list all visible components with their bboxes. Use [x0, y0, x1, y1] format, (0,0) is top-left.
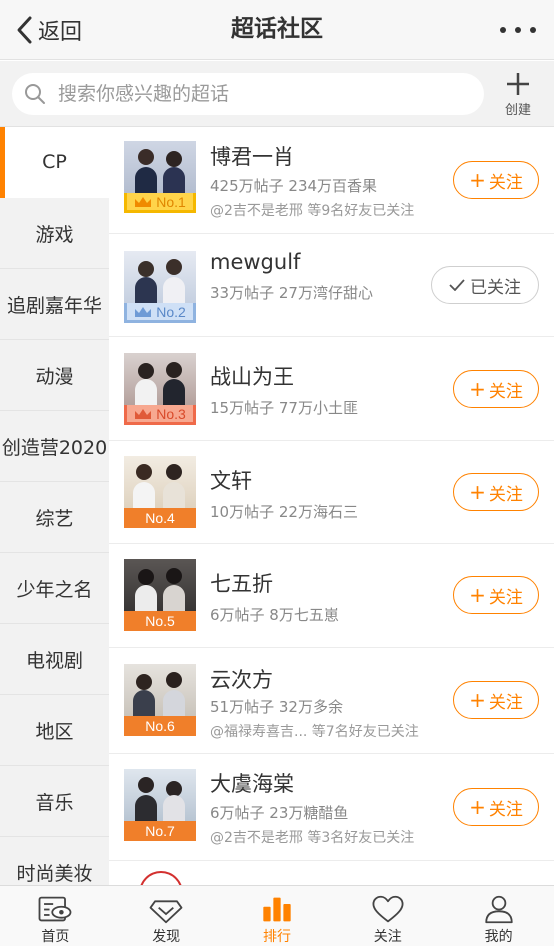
rank-badge: No.7	[124, 821, 196, 841]
topic-thumbnail: No.1	[124, 141, 196, 213]
topic-row[interactable]: No.6 云次方 51万帖子 32万多余 @福禄寿喜吉... 等7名好友已关注 …	[109, 648, 554, 754]
bottom-tab-bar: 首页 发现 排行 关注 我的	[0, 885, 554, 946]
category-item-tv-series[interactable]: 电视剧	[0, 624, 109, 695]
crown-icon	[135, 408, 152, 419]
search-icon	[25, 84, 45, 104]
dot-icon	[515, 27, 521, 33]
check-icon	[449, 279, 465, 291]
plus-icon	[507, 73, 529, 95]
nav-header: 返回 超话社区	[0, 0, 554, 60]
topic-stats: 6万帖子 23万糖醋鱼	[210, 804, 349, 822]
follow-button[interactable]: + 关注	[453, 681, 539, 719]
follow-button[interactable]: + 关注	[453, 788, 539, 826]
category-item-youth-with-you[interactable]: 少年之名	[0, 553, 109, 624]
dot-icon	[530, 27, 536, 33]
topic-thumbnail: No.2	[124, 251, 196, 323]
category-item-chuang-2020[interactable]: 创造营2020	[0, 411, 109, 482]
category-item-music[interactable]: 音乐	[0, 766, 109, 837]
diamond-icon	[149, 900, 183, 924]
category-item-games[interactable]: 游戏	[0, 198, 109, 269]
category-item-drama-carnival[interactable]: 追剧嘉年华	[0, 269, 109, 340]
topic-stats: 15万帖子 77万小土匪	[210, 399, 358, 417]
follow-button[interactable]: + 关注	[453, 473, 539, 511]
topic-thumbnail: No.6	[124, 664, 196, 736]
plus-icon: +	[469, 480, 486, 504]
topic-name: 文轩	[210, 469, 252, 493]
rank-badge: No.6	[124, 716, 196, 736]
plus-icon: +	[469, 583, 486, 607]
rank-badge: No.2	[124, 303, 196, 323]
home-eye-icon	[38, 896, 72, 922]
chevron-left-icon	[17, 16, 32, 44]
topic-stats: 33万帖子 27万湾仔甜心	[210, 284, 373, 302]
topic-thumbnail: No.7	[124, 769, 196, 841]
plus-icon: +	[469, 688, 486, 712]
rank-badge: No.1	[124, 193, 196, 213]
category-item-anime[interactable]: 动漫	[0, 340, 109, 411]
rank-badge: No.5	[124, 611, 196, 631]
topic-stats: 51万帖子 32万多余	[210, 698, 343, 716]
plus-icon: +	[469, 168, 486, 192]
friends-following: @福禄寿喜吉... 等7名好友已关注	[210, 724, 419, 740]
plus-icon: +	[469, 377, 486, 401]
topic-row[interactable]: No.7 大虞海棠 6万帖子 23万糖醋鱼 @2吉不是老邢 等3名好友已关注 +…	[109, 754, 554, 861]
topic-name: 云次方	[210, 668, 273, 692]
person-icon	[484, 895, 513, 924]
category-sidebar: CP 游戏 追剧嘉年华 动漫 创造营2020 综艺 少年之名 电视剧 地区 音乐…	[0, 127, 109, 886]
rank-badge: No.3	[124, 405, 196, 425]
topic-row[interactable]: No.3 战山为王 15万帖子 77万小土匪 + 关注	[109, 337, 554, 441]
tab-following[interactable]: 关注	[332, 886, 443, 946]
topic-name: 大虞海棠	[210, 772, 294, 796]
follow-button[interactable]: + 关注	[453, 370, 539, 408]
tab-ranking[interactable]: 排行	[222, 886, 333, 946]
topic-thumbnail: No.5	[124, 559, 196, 631]
topic-row[interactable]: No.2 mewgulf 33万帖子 27万湾仔甜心 已关注	[109, 234, 554, 337]
topic-stats: 425万帖子 234万百香果	[210, 177, 378, 195]
topic-logo-icon	[139, 871, 183, 886]
search-bar: 创建	[0, 61, 554, 127]
topic-row[interactable]: No.1 博君一肖 425万帖子 234万百香果 @2吉不是老邢 等9名好友已关…	[109, 127, 554, 234]
search-input[interactable]	[58, 83, 458, 105]
topic-thumbnail: No.4	[124, 456, 196, 528]
topic-name: 博君一肖	[210, 145, 294, 169]
crown-icon	[135, 196, 152, 207]
rank-badge: No.4	[124, 508, 196, 528]
follow-button[interactable]: + 关注	[453, 576, 539, 614]
tab-profile[interactable]: 我的	[443, 886, 554, 946]
more-button[interactable]	[500, 16, 536, 44]
category-item-cp[interactable]: CP	[0, 127, 109, 198]
heart-icon	[372, 895, 404, 923]
friends-following: @2吉不是老邢 等3名好友已关注	[210, 830, 415, 846]
topic-thumbnail: No.3	[124, 353, 196, 425]
back-button[interactable]: 返回	[14, 10, 82, 50]
topic-name: mewgulf	[210, 250, 301, 274]
topic-stats: 10万帖子 22万海石三	[210, 503, 358, 521]
follow-button[interactable]: + 关注	[453, 161, 539, 199]
plus-icon: +	[469, 795, 486, 819]
topic-row[interactable]: No.5 七五折 6万帖子 8万七五崽 + 关注	[109, 544, 554, 648]
category-item-region[interactable]: 地区	[0, 695, 109, 766]
create-label: 创建	[504, 103, 531, 118]
topic-row[interactable]	[109, 861, 554, 886]
dot-icon	[500, 27, 506, 33]
category-item-variety[interactable]: 综艺	[0, 482, 109, 553]
bar-chart-icon	[263, 897, 291, 922]
crown-icon	[135, 306, 152, 317]
page-title: 超话社区	[231, 16, 323, 42]
topic-name: 七五折	[210, 572, 273, 596]
topic-row[interactable]: No.4 文轩 10万帖子 22万海石三 + 关注	[109, 441, 554, 544]
search-box[interactable]	[12, 73, 484, 115]
tab-home[interactable]: 首页	[0, 886, 111, 946]
friends-following: @2吉不是老邢 等9名好友已关注	[210, 203, 415, 219]
topic-list: No.1 博君一肖 425万帖子 234万百香果 @2吉不是老邢 等9名好友已关…	[109, 127, 554, 886]
topic-stats: 6万帖子 8万七五崽	[210, 606, 339, 624]
topic-name: 战山为王	[210, 365, 294, 389]
tab-discover[interactable]: 发现	[111, 886, 222, 946]
followed-button[interactable]: 已关注	[431, 266, 539, 304]
create-button[interactable]: 创建	[494, 69, 542, 121]
back-label: 返回	[38, 20, 83, 45]
category-item-fashion-beauty[interactable]: 时尚美妆	[0, 837, 109, 886]
